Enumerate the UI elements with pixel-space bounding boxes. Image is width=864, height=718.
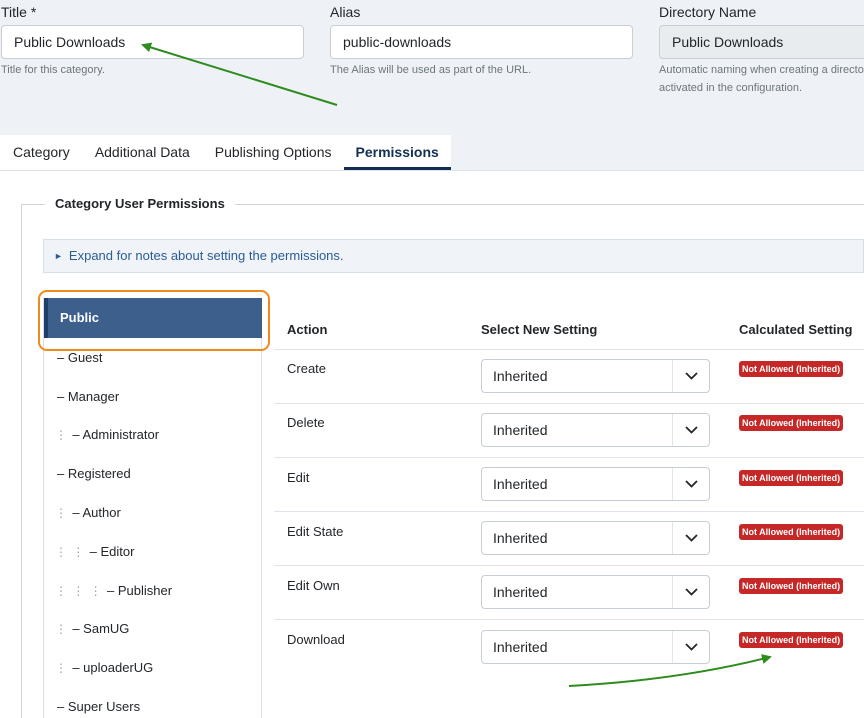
select-value: Inherited [493, 476, 548, 492]
group-publisher[interactable]: ⋮ ⋮ ⋮ – Publisher [55, 583, 273, 598]
setting-select-delete[interactable]: Inherited [481, 413, 710, 447]
group-samug[interactable]: ⋮ – SamUG [55, 621, 273, 636]
group-label: – Author [72, 505, 121, 520]
group-guest[interactable]: – Guest [57, 350, 275, 365]
calculated-badge: Not Allowed (Inherited) [739, 470, 844, 486]
alias-input[interactable]: public-downloads [330, 25, 633, 59]
group-super-users[interactable]: – Super Users [57, 699, 275, 714]
header-action: Action [287, 322, 328, 337]
group-editor[interactable]: ⋮ ⋮ – Editor [55, 544, 273, 559]
select-value: Inherited [493, 422, 548, 438]
chevron-down-icon [672, 576, 709, 608]
header-calculated-setting: Calculated Setting [739, 322, 853, 337]
group-label: – Publisher [107, 583, 173, 598]
user-group-list: Public – Guest – Manager ⋮ – Administrat… [43, 298, 262, 718]
tree-indent-dots: ⋮ [55, 622, 73, 636]
tree-indent-dots: ⋮ [55, 428, 73, 442]
row-divider [274, 403, 864, 404]
directory-label: Directory Name [659, 4, 757, 20]
tree-indent-dots: ⋮ [55, 661, 73, 675]
group-administrator[interactable]: ⋮ – Administrator [55, 427, 273, 442]
expand-triangle-icon: ► [54, 251, 63, 261]
calculated-badge: Not Allowed (Inherited) [739, 361, 844, 377]
tree-indent-dots: ⋮ [55, 506, 73, 520]
notes-toggle-label: Expand for notes about setting the permi… [68, 248, 344, 263]
action-create: Create [287, 361, 327, 376]
group-label: – uploaderUG [72, 660, 154, 675]
setting-select-edit-own[interactable]: Inherited [481, 575, 710, 609]
calculated-badge: Not Allowed (Inherited) [739, 415, 844, 431]
chevron-down-icon [672, 414, 709, 446]
calculated-badge: Not Allowed (Inherited) [739, 578, 844, 594]
tree-indent-dots: ⋮ ⋮ [55, 545, 90, 559]
permissions-notes-toggle[interactable]: ► Expand for notes about setting the perm… [43, 239, 864, 273]
action-edit-own: Edit Own [287, 578, 340, 593]
tab-category[interactable]: Category [0, 135, 82, 170]
setting-select-download[interactable]: Inherited [481, 630, 710, 664]
calculated-badge: Not Allowed (Inherited) [739, 524, 844, 540]
group-registered[interactable]: – Registered [57, 466, 275, 481]
setting-select-create[interactable]: Inherited [481, 359, 710, 393]
group-label: – Editor [89, 544, 135, 559]
permissions-legend: Category User Permissions [45, 196, 235, 211]
action-download: Download [287, 632, 345, 647]
calculated-badge: Not Allowed (Inherited) [739, 632, 844, 648]
alias-help: The Alias will be used as part of the UR… [330, 64, 532, 76]
alias-label: Alias [330, 4, 361, 20]
chevron-down-icon [672, 631, 709, 663]
row-divider [274, 511, 864, 512]
row-divider [274, 349, 864, 350]
select-value: Inherited [493, 368, 548, 384]
header-select-setting: Select New Setting [481, 322, 598, 337]
chevron-down-icon [672, 522, 709, 554]
row-divider [274, 619, 864, 620]
title-help: Title for this category. [1, 64, 105, 76]
setting-select-edit[interactable]: Inherited [481, 467, 710, 501]
tab-publishing-options[interactable]: Publishing Options [202, 135, 344, 170]
setting-select-edit-state[interactable]: Inherited [481, 521, 710, 555]
action-delete: Delete [287, 415, 325, 430]
tab-permissions[interactable]: Permissions [343, 135, 451, 170]
tab-additional-data[interactable]: Additional Data [81, 135, 203, 170]
group-manager[interactable]: – Manager [57, 389, 275, 404]
directory-input: Public Downloads [659, 25, 864, 59]
select-value: Inherited [493, 639, 548, 655]
group-label: – SamUG [72, 621, 130, 636]
select-value: Inherited [493, 584, 548, 600]
group-label: – Administrator [72, 427, 160, 442]
group-author[interactable]: ⋮ – Author [55, 505, 273, 520]
tree-indent-dots: ⋮ ⋮ ⋮ [55, 584, 108, 598]
select-value: Inherited [493, 530, 548, 546]
highlight-box [38, 290, 270, 351]
title-label: Title * [1, 4, 37, 20]
action-edit: Edit [287, 470, 310, 485]
directory-help-line1: Automatic naming when creating a directo [659, 64, 864, 76]
chevron-down-icon [672, 360, 709, 392]
group-uploaderug[interactable]: ⋮ – uploaderUG [55, 660, 273, 675]
row-divider [274, 565, 864, 566]
directory-help-line2: activated in the configuration. [659, 82, 803, 94]
chevron-down-icon [672, 468, 709, 500]
action-edit-state: Edit State [287, 524, 344, 539]
row-divider [274, 457, 864, 458]
title-input[interactable]: Public Downloads [1, 25, 304, 59]
tab-bar: Category Additional Data Publishing Opti… [0, 135, 451, 170]
